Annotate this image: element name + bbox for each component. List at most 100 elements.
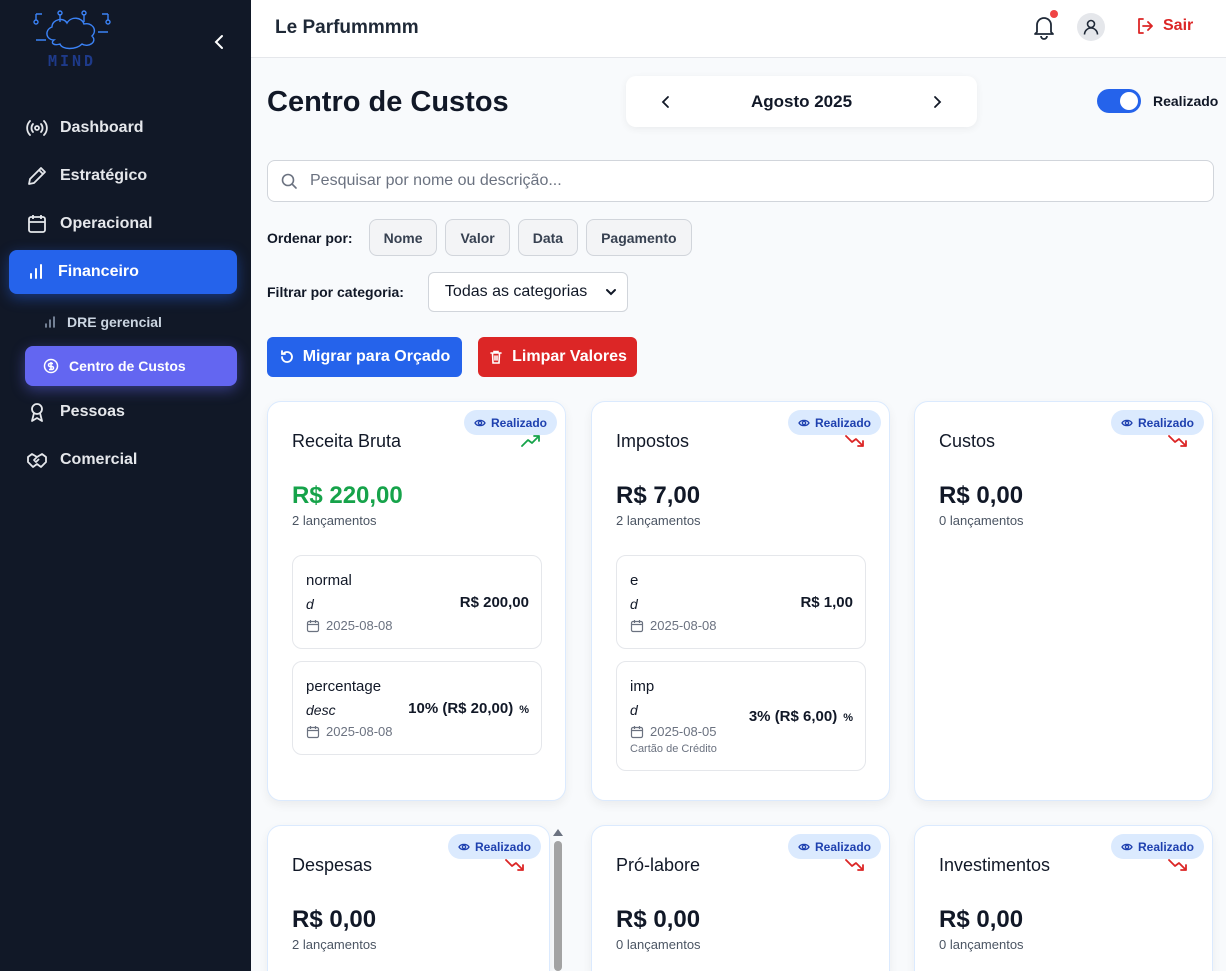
scroll-up-arrow[interactable] <box>553 829 563 836</box>
clear-values-button[interactable]: Limpar Valores <box>478 337 637 377</box>
entry-date: 2025-08-08 <box>630 618 717 633</box>
sidebar-item-comercial[interactable]: Comercial <box>9 438 237 482</box>
sort-by-value-button[interactable]: Valor <box>445 219 510 256</box>
sort-by-date-button[interactable]: Data <box>517 219 579 256</box>
chevron-left-icon[interactable] <box>658 94 674 110</box>
logout-button[interactable]: Sair <box>1135 16 1193 36</box>
status-badge: Realizado <box>787 834 881 859</box>
badge-label: Realizado <box>814 415 871 430</box>
user-menu-button[interactable] <box>1077 13 1105 41</box>
card-count: 0 lançamentos <box>939 937 1024 952</box>
status-badge: Realizado <box>1110 834 1204 859</box>
bar-chart-icon <box>30 264 42 279</box>
pencil-icon <box>28 167 46 185</box>
card-count: 0 lançamentos <box>939 513 1024 528</box>
collapse-sidebar-button[interactable] <box>207 30 231 54</box>
entry-item[interactable]: e d 2025-08-08 R$ 1,00 <box>616 555 866 649</box>
eye-icon <box>798 419 810 426</box>
entry-description: d <box>630 702 638 718</box>
sidebar-item-pessoas[interactable]: Pessoas <box>9 390 237 434</box>
broadcast-icon <box>26 120 48 136</box>
sidebar-item-estrategico[interactable]: Estratégico <box>9 154 237 198</box>
category-card-investimentos: Realizado Investimentos R$ 0,00 0 lançam… <box>914 825 1213 971</box>
company-name: Le Parfummmm <box>275 17 419 38</box>
migrate-to-budget-button[interactable]: Migrar para Orçado <box>267 337 462 377</box>
eye-icon <box>1121 843 1133 850</box>
entry-value: 10% (R$ 20,00)% <box>408 700 529 717</box>
card-amount: R$ 220,00 <box>292 482 403 509</box>
top-bar: Le Parfummmm Sair <box>251 0 1226 58</box>
sort-by-name-button[interactable]: Nome <box>368 219 438 256</box>
realizado-toggle-wrap: Realizado <box>1097 89 1218 113</box>
card-title: Pró-labore <box>616 855 701 875</box>
badge-label: Realizado <box>814 839 871 854</box>
card-title: Investimentos <box>939 855 1051 875</box>
card-count: 2 lançamentos <box>292 513 377 528</box>
entry-item[interactable]: percentage desc 2025-08-08 10% (R$ 20,00… <box>292 661 542 755</box>
calendar-icon <box>28 215 46 233</box>
logout-icon <box>1138 18 1153 34</box>
status-badge: Realizado <box>1110 410 1204 435</box>
category-card-receita-bruta: Realizado Receita Bruta R$ 220,00 2 lanç… <box>267 401 566 801</box>
card-title: Despesas <box>292 855 373 875</box>
entry-date-text: 2025-08-08 <box>650 618 717 633</box>
chevron-left-icon <box>214 35 223 49</box>
card-amount: R$ 0,00 <box>292 906 377 933</box>
sort-label: Ordenar por: <box>267 229 353 246</box>
search-icon <box>281 173 297 189</box>
search-input[interactable] <box>310 172 1190 190</box>
sidebar-subitem-centro-de-custos[interactable]: Centro de Custos <box>25 346 237 386</box>
category-selected: Todas as categorias <box>444 283 588 300</box>
dollar-circle-icon <box>43 358 59 374</box>
sidebar-subitem-dre-gerencial[interactable]: DRE gerencial <box>25 302 237 342</box>
eye-icon <box>798 843 810 850</box>
mind-logo[interactable]: MIND <box>32 10 112 72</box>
card-title: Impostos <box>616 431 690 451</box>
page-title: Centro de Custos <box>267 86 509 118</box>
status-badge: Realizado <box>447 834 541 859</box>
card-title: Receita Bruta <box>292 431 402 451</box>
badge-label: Realizado <box>490 415 547 430</box>
entry-value: 3% (R$ 6,00)% <box>749 708 853 725</box>
entry-value: R$ 200,00 <box>460 594 529 611</box>
toggle-label: Realizado <box>1153 93 1219 109</box>
svg-text:MIND: MIND <box>48 52 96 70</box>
card-scrollbar[interactable] <box>554 841 562 971</box>
sidebar-subitem-label: DRE gerencial <box>67 314 162 330</box>
sidebar-subitem-label: Centro de Custos <box>69 358 186 374</box>
sidebar-item-operacional[interactable]: Operacional <box>9 202 237 246</box>
logout-label: Sair <box>1163 17 1194 34</box>
trash-icon <box>490 350 502 364</box>
category-card-custos: Realizado Custos R$ 0,00 0 lançamentos <box>914 401 1213 801</box>
migrate-label: Migrar para Orçado <box>302 348 451 365</box>
filter-row: Filtrar por categoria: Todas as categori… <box>267 272 628 312</box>
entry-value-text: R$ 1,00 <box>800 594 853 611</box>
category-card-despesas: Realizado Despesas R$ 0,00 2 lançamentos <box>267 825 550 971</box>
calendar-icon <box>306 619 320 632</box>
filter-label: Filtrar por categoria: <box>267 284 404 300</box>
entry-item[interactable]: normal d 2025-08-08 R$ 200,00 <box>292 555 542 649</box>
trending-down-icon <box>845 435 864 447</box>
category-select[interactable]: Todas as categorias <box>427 272 628 312</box>
sort-by-payment-button[interactable]: Pagamento <box>586 219 692 256</box>
card-count: 2 lançamentos <box>292 937 377 952</box>
entry-name: percentage <box>306 678 382 695</box>
current-month: Agosto 2025 <box>750 91 853 111</box>
sidebar-item-financeiro[interactable]: Financeiro <box>9 250 237 294</box>
rotate-ccw-icon <box>280 350 293 363</box>
status-badge: Realizado <box>787 410 881 435</box>
entry-item[interactable]: imp d 2025-08-05 Cartão de Crédito 3% (R… <box>616 661 866 771</box>
handshake-icon <box>27 453 47 468</box>
entry-value-text: 3% (R$ 6,00) <box>748 708 838 725</box>
entry-date: 2025-08-05 <box>630 724 717 739</box>
card-title: Custos <box>939 431 996 451</box>
card-count: 0 lançamentos <box>616 937 701 952</box>
realizado-toggle[interactable] <box>1097 89 1141 113</box>
entry-value-text: R$ 200,00 <box>459 594 529 611</box>
chevron-down-icon <box>605 289 616 296</box>
card-amount: R$ 0,00 <box>939 482 1024 509</box>
entry-date: 2025-08-08 <box>306 724 393 739</box>
sidebar-item-dashboard[interactable]: Dashboard <box>9 106 237 150</box>
percent-sign: % <box>843 712 853 724</box>
chevron-right-icon[interactable] <box>929 94 945 110</box>
